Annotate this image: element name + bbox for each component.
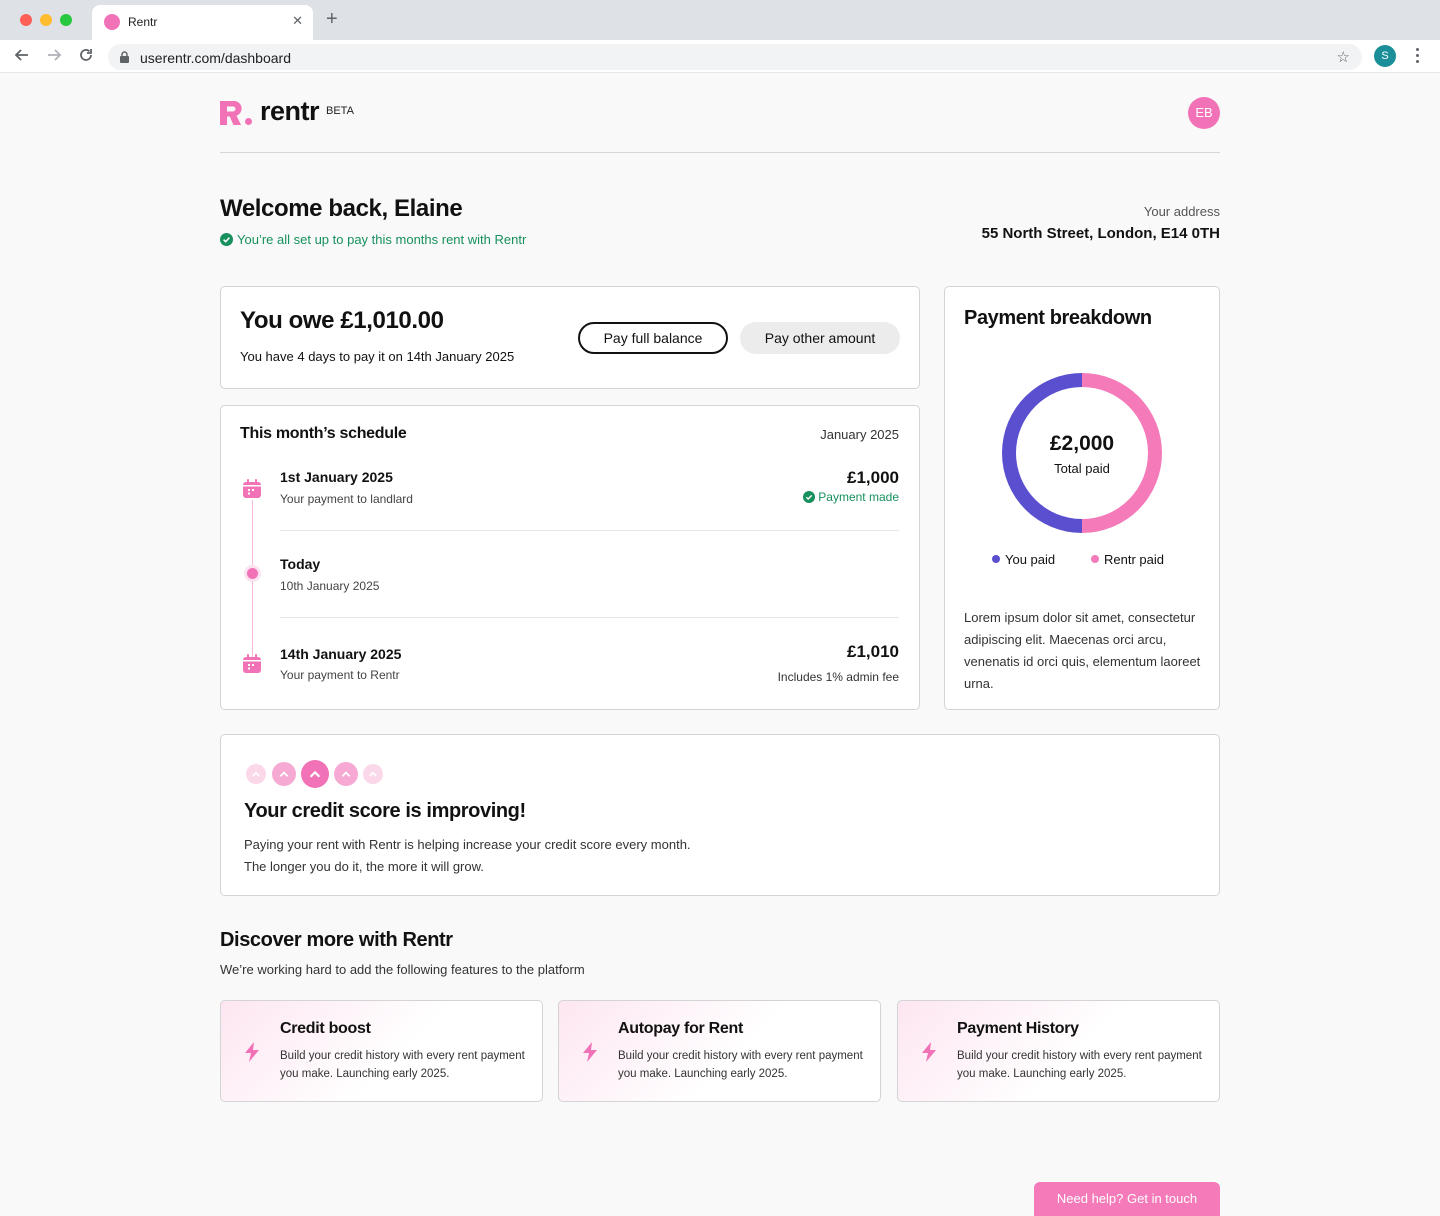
logo-text: rentr [260,96,320,126]
check-circle-icon [803,491,816,503]
feature-card-autopay[interactable]: Autopay for Rent Build your credit histo… [558,1000,881,1102]
address-value: 55 North Street, London, E14 0TH [981,225,1220,242]
divider [280,530,899,531]
feature-text: Build your credit history with every ren… [957,1050,1202,1080]
lightning-icon [583,1042,597,1062]
chevron-up-icon [301,760,329,788]
check-circle-icon [220,233,233,246]
divider [280,617,899,618]
close-window-button[interactable] [20,14,32,26]
dashboard-page: rentr BETA EB Welcome back, Elaine You’r… [220,74,1220,1102]
chevron-up-icon [272,762,296,786]
close-tab-icon[interactable]: ✕ [292,13,303,29]
schedule-row-title: 1st January 2025 [280,469,393,485]
browser-tabstrip: Rentr ✕ + [0,0,1440,40]
feature-title: Autopay for Rent [618,1020,743,1037]
minimize-window-button[interactable] [40,14,52,26]
pay-full-balance-button[interactable]: Pay full balance [578,322,728,354]
new-tab-icon[interactable]: + [326,9,338,29]
lock-icon [120,51,129,63]
schedule-row-subtitle: 10th January 2025 [280,579,380,593]
timeline-line [252,500,253,660]
schedule-row-subtitle: Your payment to landlard [280,492,413,506]
feature-text: Build your credit history with every ren… [280,1050,525,1080]
user-avatar[interactable]: EB [1188,97,1220,129]
beta-badge: BETA [326,105,354,117]
chevron-up-icon [334,762,358,786]
pay-other-amount-button[interactable]: Pay other amount [740,322,900,354]
discover-title: Discover more with Rentr [220,929,453,951]
legend-label: Rentr paid [1104,552,1164,567]
setup-status-text: You’re all set up to pay this months ren… [237,232,527,247]
feature-title: Credit boost [280,1020,371,1037]
legend-label: You paid [1005,552,1056,567]
url-text: userentr.com/dashboard [140,50,291,66]
maximize-window-button[interactable] [60,14,72,26]
schedule-row-amount: £1,010 [847,642,899,661]
page-title: Welcome back, Elaine [220,195,463,222]
total-paid-label: Total paid [1054,461,1110,476]
favicon-icon [104,14,120,30]
admin-fee-note: Includes 1% admin fee [777,670,899,684]
legend-dot [1091,555,1099,563]
lightning-icon [922,1042,936,1062]
browser-tab[interactable]: Rentr ✕ [92,5,313,40]
feature-card-credit-boost[interactable]: Credit boost Build your credit history w… [220,1000,543,1102]
balance-due-text: You have 4 days to pay it on 14th Januar… [240,349,515,364]
total-paid-amount: £2,000 [1049,432,1115,455]
browser-toolbar: userentr.com/dashboard ☆ S [0,40,1440,73]
chevron-up-icon [246,764,266,784]
balance-amount: You owe £1,010.00 [240,307,444,334]
schedule-row-title: 14th January 2025 [280,646,402,662]
reload-icon[interactable] [78,47,94,67]
tab-title: Rentr [128,15,158,29]
browser-profile-avatar[interactable]: S [1374,45,1396,67]
setup-status: You’re all set up to pay this months ren… [220,232,526,247]
feature-text: Build your credit history with every ren… [618,1050,863,1080]
address-label: Your address [1143,204,1220,219]
forward-icon[interactable] [46,47,62,67]
legend-rentr-paid: Rentr paid [1091,552,1164,567]
payment-made-text: Payment made [818,490,899,504]
rentr-logo-icon[interactable] [220,101,254,125]
breakdown-title: Payment breakdown [964,307,1152,329]
feature-card-payment-history[interactable]: Payment History Build your credit histor… [897,1000,1220,1102]
help-contact-button[interactable]: Need help? Get in touch [1034,1182,1220,1216]
bookmark-star-icon[interactable]: ☆ [1337,48,1350,66]
today-marker-dot [247,568,258,579]
schedule-row-title: Today [280,556,321,572]
schedule-month: January 2025 [820,427,899,442]
balance-card: You owe £1,010.00 You have 4 days to pay… [220,286,920,389]
schedule-row-amount: £1,000 [847,468,899,487]
credit-score-title: Your credit score is improving! [244,800,526,822]
payment-made-status: Payment made [803,490,899,504]
payment-breakdown-card: Payment breakdown £2,000 Total paid You … [944,286,1220,710]
schedule-row-subtitle: Your payment to Rentr [280,668,400,682]
schedule-title: This month’s schedule [240,425,407,442]
lightning-icon [245,1042,259,1062]
chevron-up-icon [363,764,383,784]
legend-you-paid: You paid [992,552,1055,567]
calendar-icon [243,479,261,498]
calendar-icon [243,654,261,673]
back-icon[interactable] [14,47,30,67]
feature-title: Payment History [957,1020,1079,1037]
browser-menu-icon[interactable] [1416,48,1420,66]
discover-subtitle: We’re working hard to add the following … [220,962,585,977]
credit-score-card: Your credit score is improving! Paying y… [220,734,1220,896]
schedule-card: This month’s schedule January 2025 1st J… [220,405,920,710]
credit-score-text: Paying your rent with Rentr is helping i… [244,837,691,874]
legend-dot [992,555,1000,563]
address-bar[interactable]: userentr.com/dashboard ☆ [108,44,1362,70]
app-header: rentr BETA EB [220,74,1220,153]
breakdown-description: Lorem ipsum dolor sit amet, consectetur … [964,610,1201,691]
